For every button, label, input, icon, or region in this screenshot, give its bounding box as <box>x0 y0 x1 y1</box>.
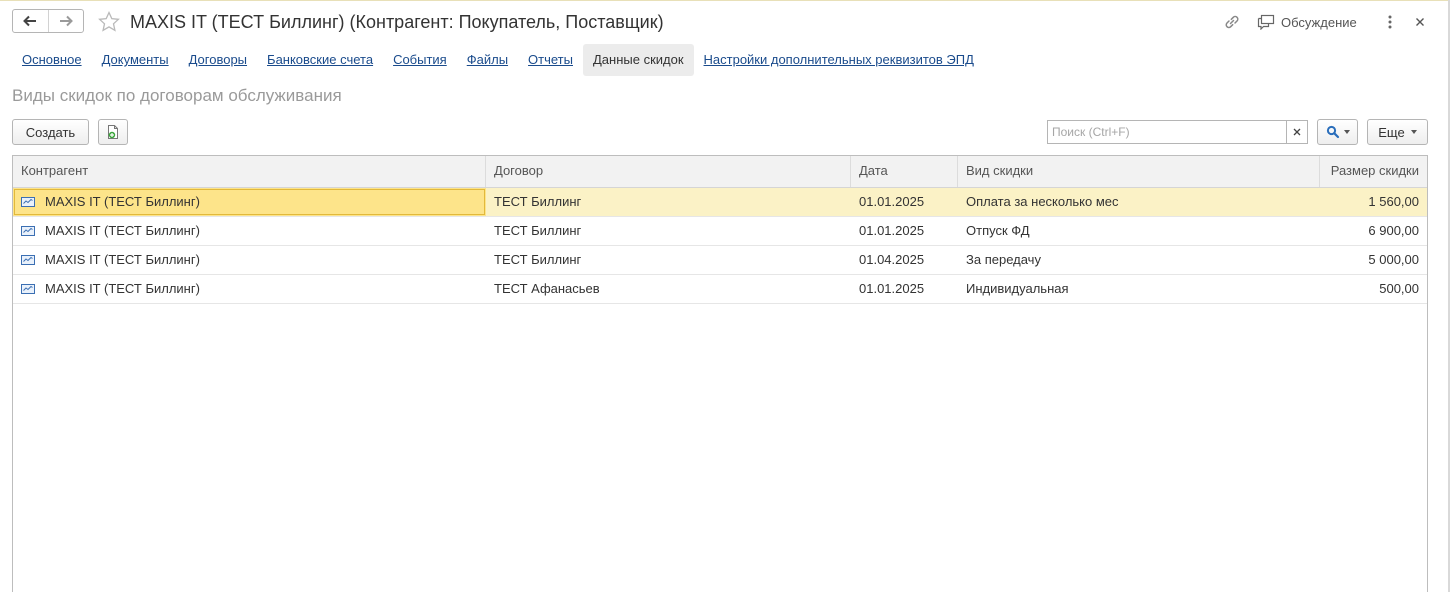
cell-discount-amount-text: 6 900,00 <box>1368 223 1419 238</box>
column-header-date[interactable]: Дата <box>851 156 958 187</box>
record-icon <box>21 197 35 207</box>
cell-discount-type-text: Отпуск ФД <box>966 223 1030 238</box>
chat-icon <box>1257 14 1275 30</box>
column-header-contract[interactable]: Договор <box>486 156 851 187</box>
table-row[interactable]: MAXIS IT (ТЕСТ Биллинг) ТЕСТ Биллинг 01.01… <box>13 188 1427 217</box>
cell-discount-type[interactable]: Оплата за несколько мес <box>958 188 1320 216</box>
create-document-button[interactable] <box>98 119 128 145</box>
cell-contract[interactable]: ТЕСТ Биллинг <box>486 246 851 274</box>
table-header: Контрагент Договор Дата Вид скидки Разме… <box>13 156 1427 188</box>
new-document-icon <box>108 125 118 139</box>
cell-counterparty[interactable]: MAXIS IT (ТЕСТ Биллинг) <box>13 275 486 303</box>
record-icon <box>21 255 35 265</box>
back-button[interactable] <box>13 10 48 32</box>
tab-1[interactable]: Документы <box>92 44 179 76</box>
cell-discount-amount[interactable]: 500,00 <box>1320 275 1427 303</box>
tab-4[interactable]: События <box>383 44 457 76</box>
window-top-border <box>0 0 1450 1</box>
search-button[interactable] <box>1317 119 1358 145</box>
cell-contract[interactable]: ТЕСТ Биллинг <box>486 217 851 245</box>
cell-counterparty[interactable]: MAXIS IT (ТЕСТ Биллинг) <box>13 246 486 274</box>
cell-discount-type-text: Оплата за несколько мес <box>966 194 1119 209</box>
cell-date-text: 01.01.2025 <box>859 281 925 296</box>
cell-contract[interactable]: ТЕСТ Биллинг <box>486 188 851 216</box>
cell-discount-type[interactable]: Отпуск ФД <box>958 217 1320 245</box>
arrow-left-icon <box>23 15 37 27</box>
cell-discount-type-text: Индивидуальная <box>966 281 1069 296</box>
create-button[interactable]: Создать <box>12 119 89 145</box>
tab-7[interactable]: Данные скидок <box>582 44 694 76</box>
cell-discount-amount-text: 5 000,00 <box>1368 252 1419 267</box>
tab-5[interactable]: Файлы <box>457 44 518 76</box>
cell-discount-type[interactable]: За передачу <box>958 246 1320 274</box>
search-clear-button[interactable] <box>1286 120 1308 144</box>
column-header-discount-type[interactable]: Вид скидки <box>958 156 1320 187</box>
tab-6[interactable]: Отчеты <box>518 44 583 76</box>
window-title: MAXIS IT (ТЕСТ Биллинг) (Контрагент: Пок… <box>130 12 664 32</box>
tab-3[interactable]: Банковские счета <box>257 44 383 76</box>
star-icon[interactable] <box>97 10 121 34</box>
cell-counterparty-text: MAXIS IT (ТЕСТ Биллинг) <box>45 194 200 209</box>
cell-contract-text: ТЕСТ Биллинг <box>494 194 582 209</box>
tab-8[interactable]: Настройки дополнительных реквизитов ЭПД <box>694 44 984 76</box>
magnifier-icon <box>1326 125 1339 139</box>
cell-discount-amount-text: 1 560,00 <box>1368 194 1419 209</box>
cell-date-text: 01.04.2025 <box>859 252 925 267</box>
history-navigation <box>12 9 84 33</box>
discussion-button[interactable]: Обсуждение <box>1257 11 1357 33</box>
table-body: MAXIS IT (ТЕСТ Биллинг) ТЕСТ Биллинг 01.01… <box>13 188 1427 304</box>
cell-discount-type-text: За передачу <box>966 252 1041 267</box>
column-header-discount-amount[interactable]: Размер скидки <box>1320 156 1427 187</box>
table-row[interactable]: MAXIS IT (ТЕСТ Биллинг) ТЕСТ Биллинг 01.04… <box>13 246 1427 275</box>
cell-contract[interactable]: ТЕСТ Афанасьев <box>486 275 851 303</box>
more-actions-button[interactable]: Еще <box>1367 119 1428 145</box>
column-header-counterparty[interactable]: Контрагент <box>13 156 486 187</box>
cell-counterparty-text: MAXIS IT (ТЕСТ Биллинг) <box>45 281 200 296</box>
cell-discount-type[interactable]: Индивидуальная <box>958 275 1320 303</box>
cell-counterparty-text: MAXIS IT (ТЕСТ Биллинг) <box>45 223 200 238</box>
more-actions-label: Еще <box>1378 124 1405 140</box>
discussion-label: Обсуждение <box>1281 14 1357 30</box>
cell-discount-amount-text: 500,00 <box>1379 281 1419 296</box>
record-icon <box>21 226 35 236</box>
clear-icon <box>1293 128 1301 136</box>
tab-bar: Основное Документы Договоры Банковские счет… <box>12 44 984 76</box>
cell-counterparty-text: MAXIS IT (ТЕСТ Биллинг) <box>45 252 200 267</box>
table-row[interactable]: MAXIS IT (ТЕСТ Биллинг) ТЕСТ Биллинг 01.01… <box>13 217 1427 246</box>
chevron-down-icon <box>1343 130 1350 134</box>
cell-date[interactable]: 01.01.2025 <box>851 188 958 216</box>
tab-2[interactable]: Договоры <box>179 44 257 76</box>
link-icon[interactable] <box>1222 12 1242 32</box>
record-icon <box>21 284 35 294</box>
chevron-down-icon <box>1410 130 1417 134</box>
section-title: Виды скидок по договорам обслуживания <box>12 86 342 105</box>
more-vertical-icon[interactable] <box>1381 12 1399 32</box>
search-input[interactable] <box>1047 120 1287 144</box>
tab-0[interactable]: Основное <box>12 44 92 76</box>
cell-date[interactable]: 01.01.2025 <box>851 275 958 303</box>
table-row[interactable]: MAXIS IT (ТЕСТ Биллинг) ТЕСТ Афанасьев 01.… <box>13 275 1427 304</box>
close-icon[interactable] <box>1411 12 1429 32</box>
cell-counterparty[interactable]: MAXIS IT (ТЕСТ Биллинг) <box>13 217 486 245</box>
cell-contract-text: ТЕСТ Биллинг <box>494 252 582 267</box>
forward-button[interactable] <box>47 10 84 32</box>
cell-date[interactable]: 01.04.2025 <box>851 246 958 274</box>
cell-date-text: 01.01.2025 <box>859 223 925 238</box>
cell-discount-amount[interactable]: 5 000,00 <box>1320 246 1427 274</box>
discounts-table: Контрагент Договор Дата Вид скидки Разме… <box>12 155 1428 592</box>
cell-date-text: 01.01.2025 <box>859 194 925 209</box>
cell-contract-text: ТЕСТ Афанасьев <box>494 281 600 296</box>
cell-contract-text: ТЕСТ Биллинг <box>494 223 582 238</box>
cell-counterparty[interactable]: MAXIS IT (ТЕСТ Биллинг) <box>13 188 486 216</box>
cell-discount-amount[interactable]: 1 560,00 <box>1320 188 1427 216</box>
cell-date[interactable]: 01.01.2025 <box>851 217 958 245</box>
arrow-right-icon <box>59 15 73 27</box>
cell-discount-amount[interactable]: 6 900,00 <box>1320 217 1427 245</box>
